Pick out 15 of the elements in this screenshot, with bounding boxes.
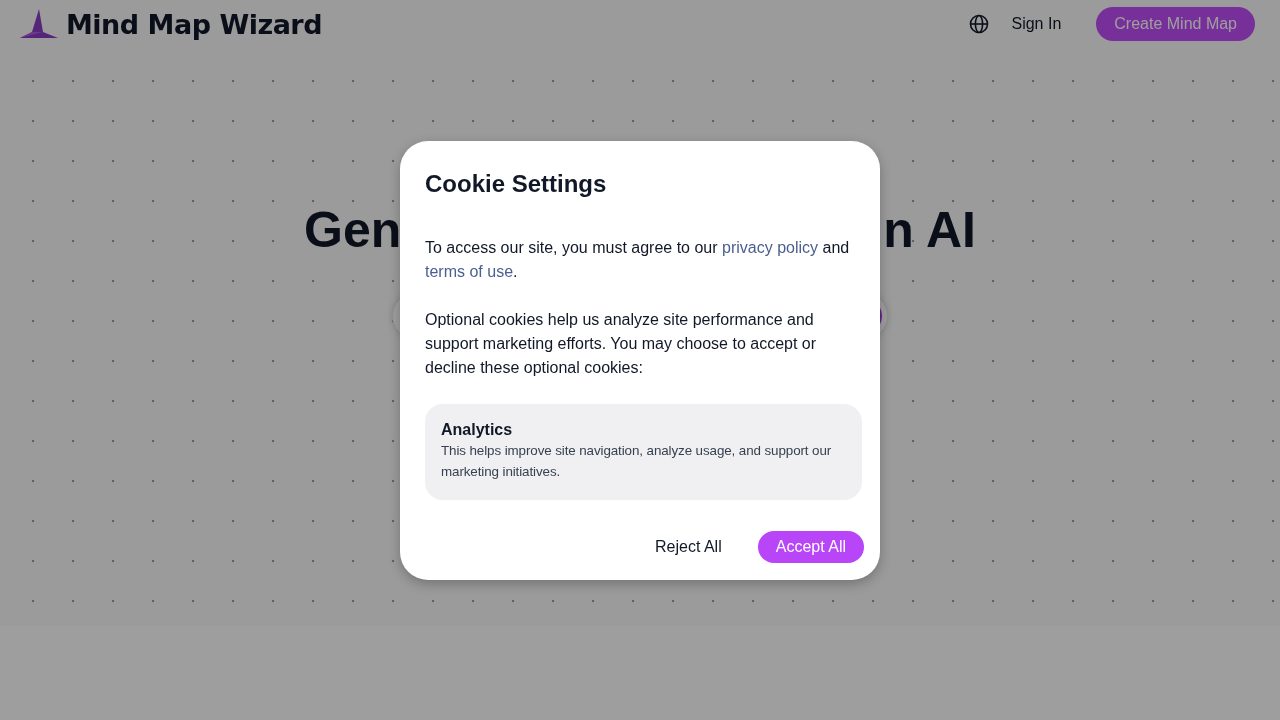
privacy-policy-link[interactable]: privacy policy [722,239,819,256]
brand-name: Mind Map Wizard [66,8,322,40]
sign-in-link[interactable]: Sign In [1011,15,1062,33]
category-description: This helps improve site navigation, analyze usage, and support our marketing initiatives. [441,442,833,481]
hero-heading: Gen [304,201,402,260]
category-title: Analytics [441,420,514,440]
terms-link[interactable]: terms of use [425,263,514,280]
accept-all-button[interactable]: Accept All [757,531,864,563]
reject-all-button[interactable]: Reject All [655,538,722,556]
consent-text: To access our site, you must agree to our privacy policy and terms of use. [425,238,851,282]
dialog-title: Cookie Settings [425,170,608,198]
globe-icon[interactable] [969,14,990,34]
wizard-hat-icon [20,8,58,40]
hero-heading: n AI [883,201,976,260]
consent-text: Optional cookies help us analyze site performance and support marketing efforts. You may choose to accept or decline these optional cookies: [425,310,818,378]
